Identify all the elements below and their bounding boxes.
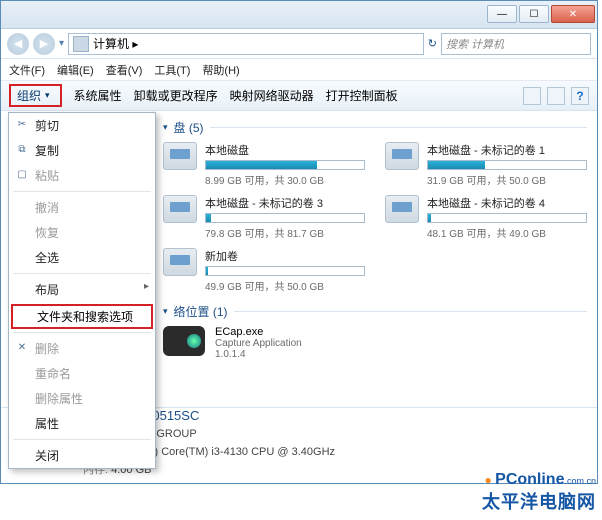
tb-map-network-drive[interactable]: 映射网络驱动器: [230, 87, 314, 104]
menu-folder-options[interactable]: 文件夹和搜索选项: [11, 304, 153, 329]
menu-undo[interactable]: 撤消: [9, 195, 155, 220]
tb-system-properties[interactable]: 系统属性: [74, 87, 122, 104]
menu-cut[interactable]: ✂剪切: [9, 113, 155, 138]
menu-layout[interactable]: 布局: [9, 277, 155, 302]
drive-item[interactable]: 本地磁盘 8.99 GB 可用，共 30.0 GB: [163, 142, 365, 187]
main-pane: ▾盘 (5) 本地磁盘 8.99 GB 可用，共 30.0 GB 本地磁盘 - 未…: [153, 111, 597, 407]
search-input[interactable]: 搜索 计算机: [441, 33, 591, 55]
chevron-down-icon: ▾: [45, 90, 50, 101]
breadcrumb[interactable]: 计算机 ▸: [93, 35, 138, 52]
nav-history-dropdown[interactable]: ▾: [59, 38, 64, 49]
menu-rename[interactable]: 重命名: [9, 361, 155, 386]
drive-icon: [163, 142, 197, 170]
menu-paste[interactable]: ▢粘贴: [9, 163, 155, 188]
menu-separator: [13, 191, 151, 192]
net-item-name: ECap.exe: [215, 326, 302, 338]
drive-name: 本地磁盘: [205, 142, 365, 158]
drive-free-text: 31.9 GB 可用，共 50.0 GB: [427, 172, 587, 187]
camera-icon: [163, 326, 205, 356]
usage-bar: [427, 160, 587, 170]
drive-item[interactable]: 本地磁盘 - 未标记的卷 4 48.1 GB 可用，共 49.0 GB: [385, 195, 587, 240]
menu-redo[interactable]: 恢复: [9, 220, 155, 245]
drive-free-text: 8.99 GB 可用，共 30.0 GB: [205, 172, 365, 187]
drive-item[interactable]: 新加卷 49.9 GB 可用，共 50.0 GB: [163, 248, 365, 293]
menu-separator: [13, 332, 151, 333]
menu-help[interactable]: 帮助(H): [202, 62, 239, 78]
forward-button[interactable]: ▶: [33, 33, 55, 55]
drive-item[interactable]: 本地磁盘 - 未标记的卷 3 79.8 GB 可用，共 81.7 GB: [163, 195, 365, 240]
menu-separator: [13, 273, 151, 274]
drive-item[interactable]: 本地磁盘 - 未标记的卷 1 31.9 GB 可用，共 50.0 GB: [385, 142, 587, 187]
menu-delete[interactable]: ✕删除: [9, 336, 155, 361]
title-bar: — ☐ ✕: [1, 1, 597, 29]
organize-label: 组织: [17, 87, 41, 104]
drive-icon: [385, 195, 419, 223]
drive-name: 本地磁盘 - 未标记的卷 1: [427, 142, 587, 158]
menu-select-all[interactable]: 全选: [9, 245, 155, 270]
menu-remove-properties[interactable]: 删除属性: [9, 386, 155, 411]
copy-icon: ⧉: [15, 142, 29, 156]
menu-file[interactable]: 文件(F): [9, 62, 45, 78]
computer-icon: [73, 36, 89, 52]
drive-icon: [163, 248, 197, 276]
usage-bar: [205, 213, 365, 223]
net-item-desc: Capture Application: [215, 338, 302, 349]
preview-pane-icon[interactable]: [547, 87, 565, 105]
organize-button[interactable]: 组织 ▾: [9, 84, 62, 107]
drive-icon: [385, 142, 419, 170]
drives-grid: 本地磁盘 8.99 GB 可用，共 30.0 GB 本地磁盘 - 未标记的卷 1 3…: [163, 142, 587, 293]
organize-menu: ✂剪切 ⧉复制 ▢粘贴 撤消 恢复 全选 布局 文件夹和搜索选项 ✕删除 重命名…: [8, 112, 156, 469]
menu-tools[interactable]: 工具(T): [154, 62, 190, 78]
usage-bar: [205, 160, 365, 170]
drive-free-text: 79.8 GB 可用，共 81.7 GB: [205, 225, 365, 240]
drive-name: 新加卷: [205, 248, 365, 264]
view-mode-icon[interactable]: [523, 87, 541, 105]
drive-name: 本地磁盘 - 未标记的卷 4: [427, 195, 587, 211]
help-icon[interactable]: ?: [571, 87, 589, 105]
address-bar[interactable]: 计算机 ▸: [68, 33, 424, 55]
watermark-logo: ● PConline.com.cn 太平洋电脑网: [482, 470, 596, 514]
nav-bar: ◀ ▶ ▾ 计算机 ▸ ↻ 搜索 计算机: [1, 29, 597, 59]
delete-icon: ✕: [15, 340, 29, 354]
drive-icon: [163, 195, 197, 223]
menu-bar: 文件(F) 编辑(E) 查看(V) 工具(T) 帮助(H): [1, 59, 597, 81]
paste-icon: ▢: [15, 167, 29, 181]
tb-uninstall-programs[interactable]: 卸载或更改程序: [134, 87, 218, 104]
menu-close[interactable]: 关闭: [9, 443, 155, 468]
menu-copy[interactable]: ⧉复制: [9, 138, 155, 163]
usage-bar: [427, 213, 587, 223]
cut-icon: ✂: [15, 117, 29, 131]
close-button[interactable]: ✕: [551, 5, 595, 23]
toolbar: 组织 ▾ 系统属性 卸载或更改程序 映射网络驱动器 打开控制面板 ?: [1, 81, 597, 111]
network-group-header[interactable]: ▾络位置 (1): [163, 303, 587, 320]
menu-properties[interactable]: 属性: [9, 411, 155, 436]
drive-free-text: 48.1 GB 可用，共 49.0 GB: [427, 225, 587, 240]
drive-free-text: 49.9 GB 可用，共 50.0 GB: [205, 278, 365, 293]
network-item[interactable]: ECap.exe Capture Application 1.0.1.4: [163, 326, 587, 360]
menu-separator: [13, 439, 151, 440]
drives-group-header[interactable]: ▾盘 (5): [163, 119, 587, 136]
tb-open-control-panel[interactable]: 打开控制面板: [326, 87, 398, 104]
back-button[interactable]: ◀: [7, 33, 29, 55]
usage-bar: [205, 266, 365, 276]
menu-edit[interactable]: 编辑(E): [57, 62, 94, 78]
net-item-version: 1.0.1.4: [215, 349, 302, 360]
drive-name: 本地磁盘 - 未标记的卷 3: [205, 195, 365, 211]
menu-view[interactable]: 查看(V): [106, 62, 143, 78]
maximize-button[interactable]: ☐: [519, 5, 549, 23]
minimize-button[interactable]: —: [487, 5, 517, 23]
refresh-icon[interactable]: ↻: [428, 37, 437, 50]
